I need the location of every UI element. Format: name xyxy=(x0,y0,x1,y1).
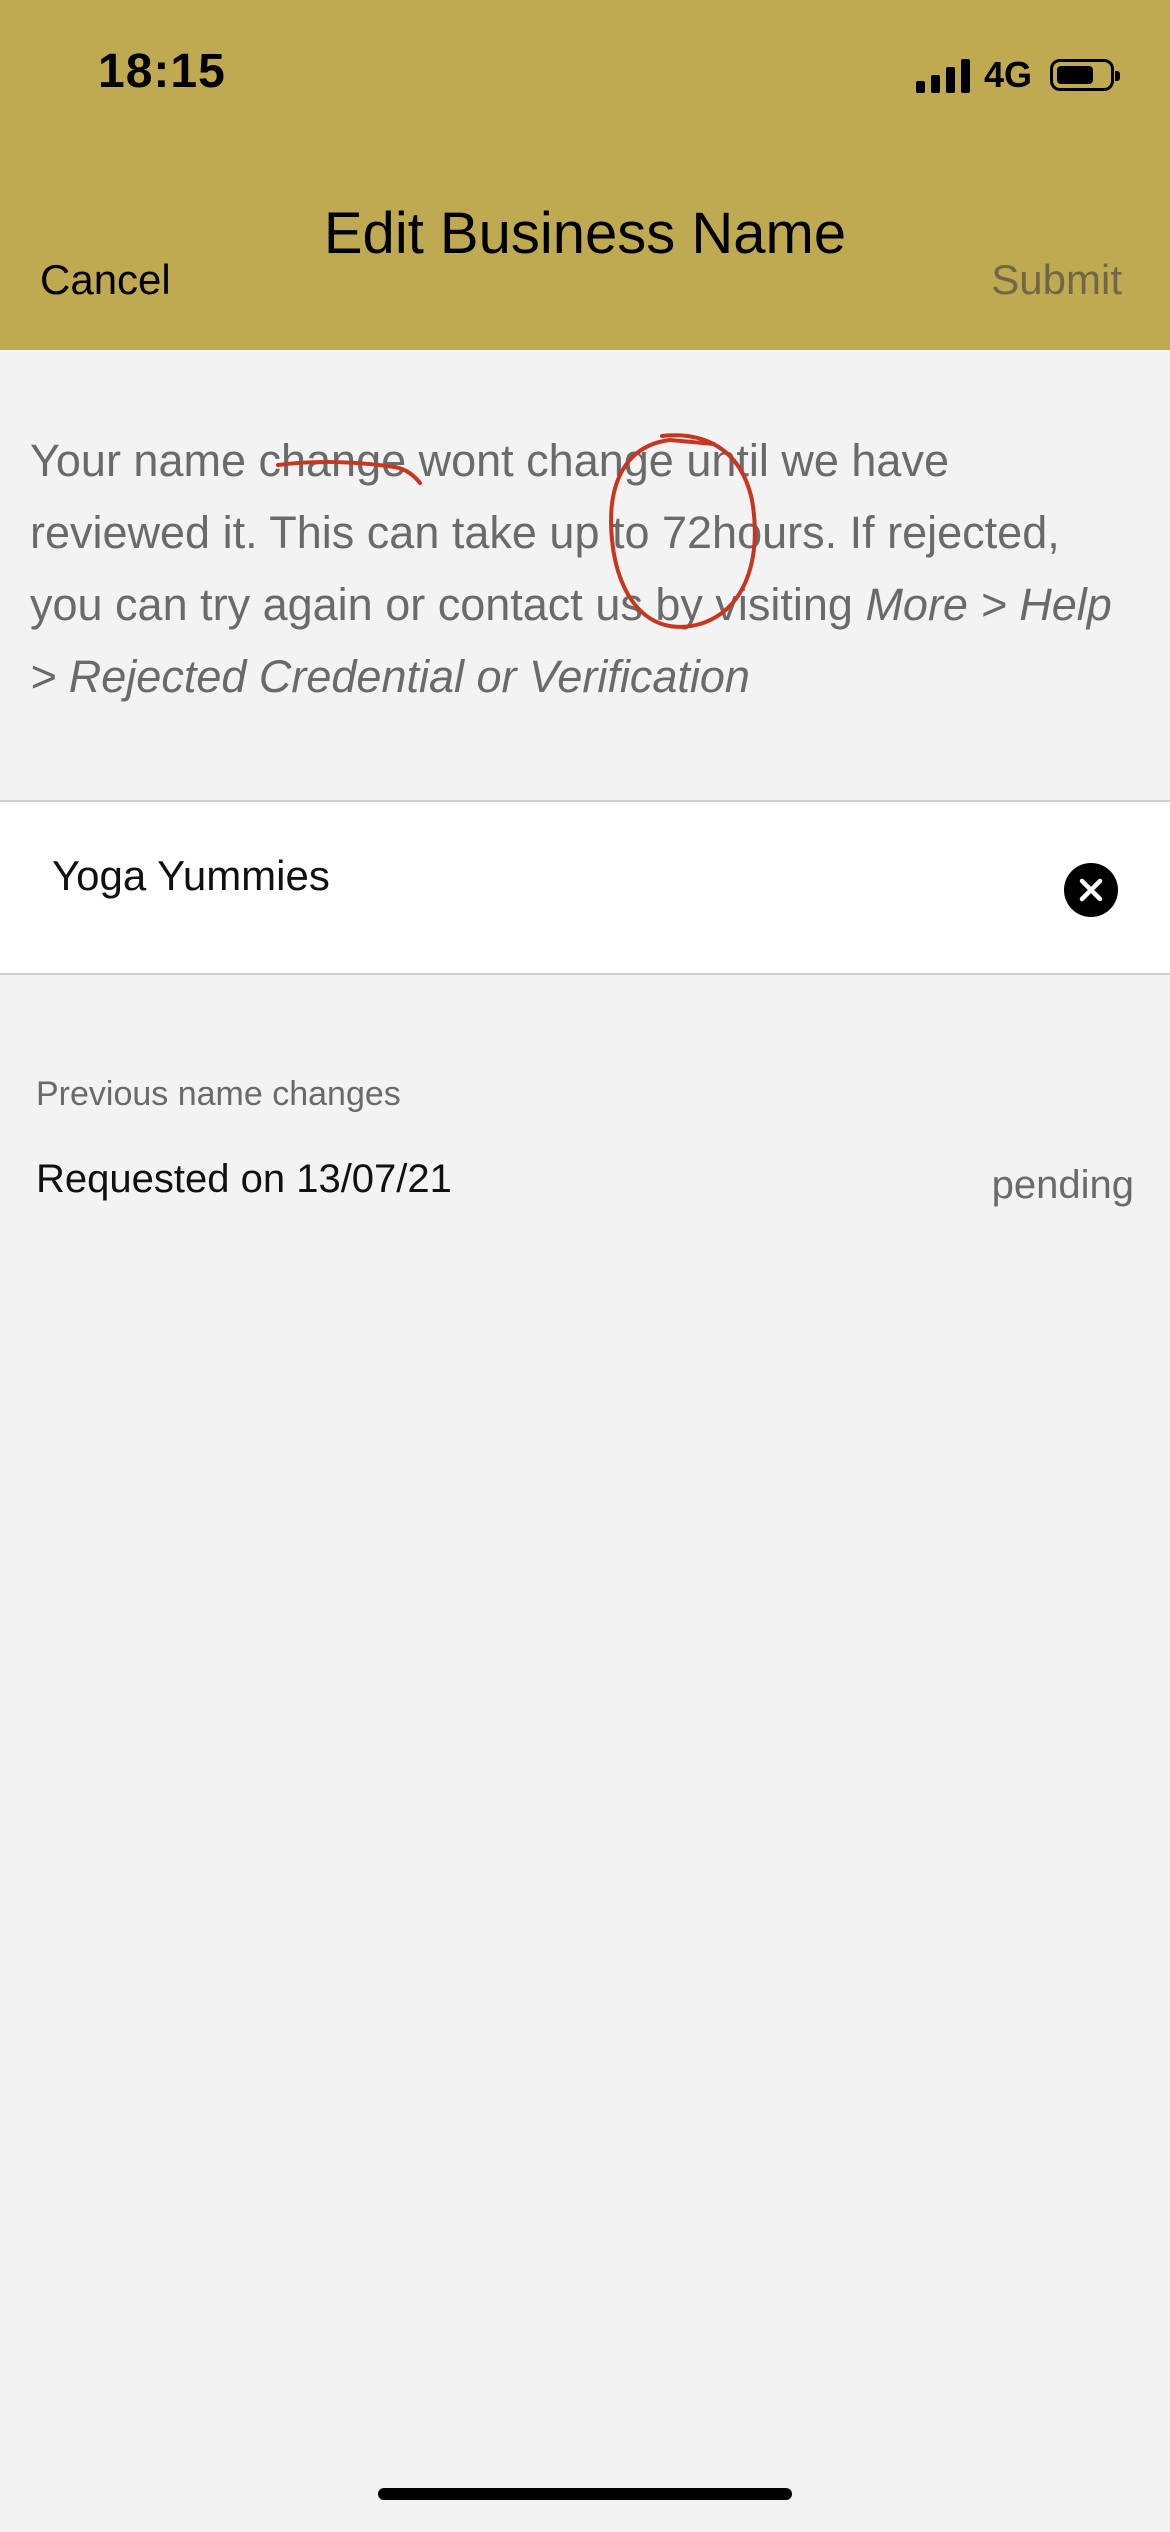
status-indicators: 4G xyxy=(915,50,1120,100)
clear-icon[interactable] xyxy=(1064,863,1118,917)
battery-icon xyxy=(1050,59,1120,91)
status-time: 18:15 xyxy=(98,45,226,98)
previous-change-status: pending xyxy=(991,1163,1134,1207)
annotation-overlay xyxy=(276,433,757,629)
network-type: 4G xyxy=(983,54,1032,95)
home-indicator[interactable] xyxy=(378,2488,792,2500)
previous-change-date: Requested on 13/07/21 xyxy=(36,1157,452,1201)
info-text: Your name change wont change until we ha… xyxy=(30,425,1140,713)
previous-changes-label: Previous name changes xyxy=(36,1075,401,1113)
cellular-signal-icon xyxy=(915,57,970,93)
submit-button[interactable]: Submit xyxy=(991,256,1122,304)
cancel-button[interactable]: Cancel xyxy=(40,256,171,304)
nav-header: 18:15 4G Edit Business Name Cancel Submi… xyxy=(0,0,1170,350)
business-name-field xyxy=(0,800,1170,975)
business-name-input[interactable] xyxy=(52,852,952,900)
